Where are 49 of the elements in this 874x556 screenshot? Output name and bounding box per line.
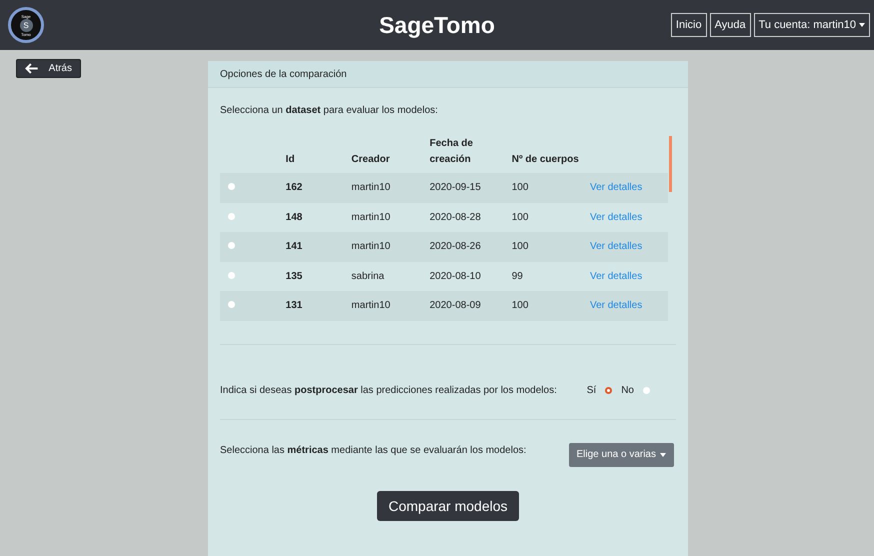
radio-button[interactable]: [228, 183, 235, 190]
account-dropdown[interactable]: Tu cuenta: martin10: [754, 13, 870, 37]
logo-letter: S: [20, 18, 32, 32]
metrics-dropdown[interactable]: Elige una o varias: [568, 442, 674, 466]
table-cell: 2020-08-09: [430, 291, 512, 320]
compare-button[interactable]: Comparar modelos: [377, 490, 519, 520]
option-label: Sí: [586, 384, 596, 396]
radio-button[interactable]: [228, 242, 235, 250]
table-cell: 141: [286, 232, 352, 262]
table-cell: 148: [286, 202, 352, 232]
radio-button[interactable]: [643, 386, 650, 394]
panel-title: Opciones de la comparación: [220, 68, 347, 80]
caret-icon: [660, 452, 666, 456]
postprocess-prompt: Indica si deseas postprocesar las predicciones realizadas por los modelos:: [220, 384, 557, 396]
table-cell: 100: [512, 173, 590, 202]
radio-button[interactable]: [228, 212, 235, 220]
table-cell: martin10: [351, 202, 430, 232]
column-header: Fecha de creación: [430, 136, 512, 173]
metrics-prompt: Selecciona las métricas mediante las que se evaluarán los modelos:: [220, 444, 526, 456]
table-cell: 162: [286, 173, 352, 202]
table-cell: martin10: [351, 291, 430, 320]
nav-link[interactable]: Inicio: [670, 13, 707, 37]
arrow-left-icon: [25, 63, 39, 74]
table-cell: 2020-08-10: [430, 262, 512, 291]
table-cell: 131: [286, 291, 352, 320]
column-header: Creador: [351, 136, 430, 173]
column-header: Nº de cuerpos: [512, 136, 590, 173]
column-header: Id: [286, 136, 352, 173]
radio-button[interactable]: [228, 301, 235, 308]
table-cell: martin10: [351, 232, 430, 262]
table-cell: 100: [512, 202, 590, 232]
table-cell: 135: [286, 262, 352, 291]
table-cell: martin10: [351, 173, 430, 202]
table-cell: 2020-08-28: [430, 202, 512, 232]
caret-icon: [859, 23, 865, 27]
table-cell: 2020-09-15: [430, 173, 512, 202]
nav-link[interactable]: Ayuda: [710, 13, 751, 37]
option-label: No: [621, 384, 634, 396]
table-cell: sabrina: [351, 262, 430, 291]
table-cell: 2020-08-26: [430, 232, 512, 262]
app-title: SageTomo: [379, 12, 495, 38]
back-button[interactable]: Atrás: [16, 59, 81, 78]
table-cell: 99: [512, 262, 590, 291]
radio-button[interactable]: [228, 272, 235, 279]
table-cell: 100: [512, 291, 590, 320]
table-cell: 100: [512, 232, 590, 262]
dataset-prompt: Selecciona un dataset para evaluar los modelos:: [220, 105, 439, 116]
scrollbar-thumb[interactable]: [669, 136, 672, 192]
radio-button[interactable]: [605, 386, 612, 394]
